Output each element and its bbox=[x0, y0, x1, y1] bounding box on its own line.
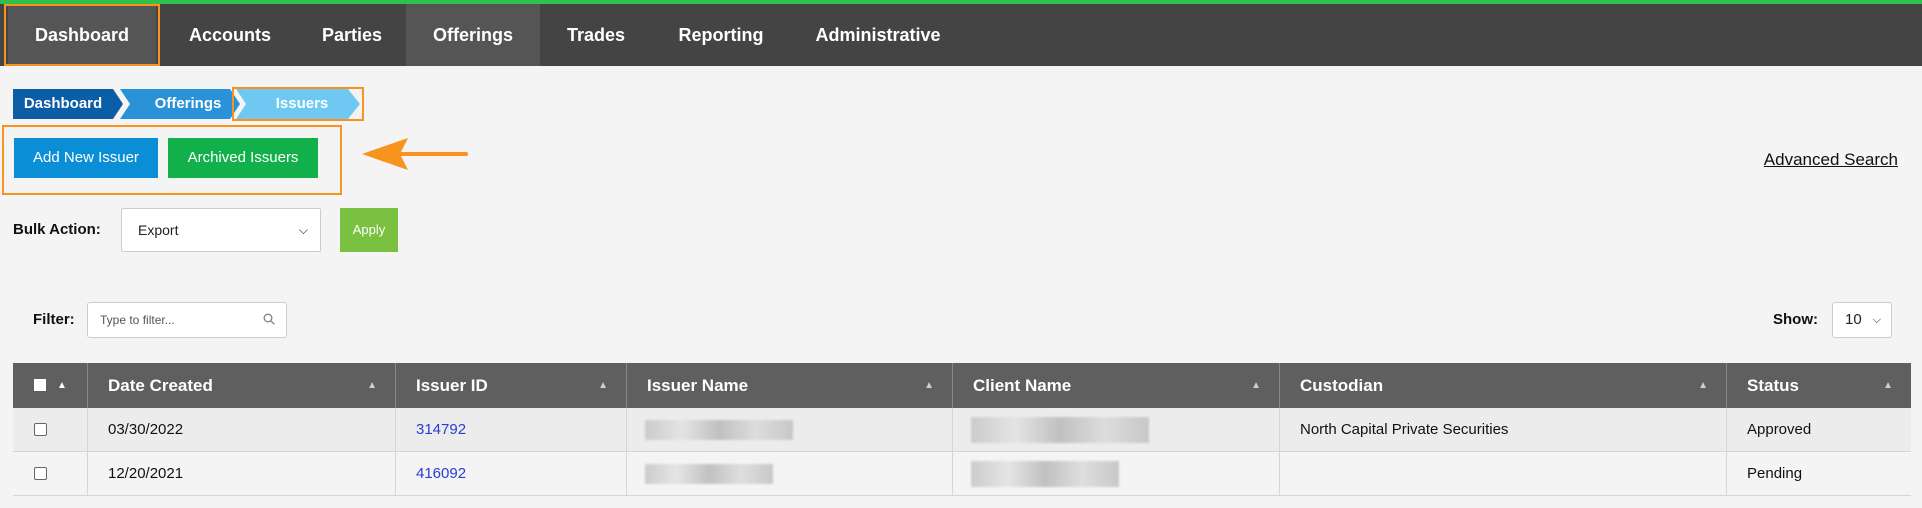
nav-reporting[interactable]: Reporting bbox=[664, 4, 778, 66]
show-count-select[interactable]: 10 ⌵ bbox=[1832, 302, 1892, 338]
issuer-name-cell bbox=[627, 452, 953, 496]
row-checkbox[interactable] bbox=[34, 423, 47, 436]
bulk-action-selected: Export bbox=[138, 222, 179, 238]
issuer-name-cell bbox=[627, 408, 953, 452]
select-all-checkbox[interactable] bbox=[34, 379, 46, 391]
select-cell bbox=[13, 408, 88, 452]
issuer-id-link[interactable]: 314792 bbox=[416, 421, 466, 438]
custodian-cell: North Capital Private Securities bbox=[1280, 408, 1727, 452]
date-created: 03/30/2022 bbox=[108, 421, 184, 438]
filter-input[interactable] bbox=[87, 302, 287, 338]
nav-parties[interactable]: Parties bbox=[300, 4, 404, 66]
chevron-down-icon: ⌵ bbox=[298, 223, 308, 237]
column-label: Date Created bbox=[108, 376, 213, 395]
column-custodian[interactable]: Custodian ▲ bbox=[1280, 363, 1727, 408]
sort-icon: ▲ bbox=[924, 380, 934, 391]
date-created: 12/20/2021 bbox=[108, 465, 184, 482]
redacted-issuer-name bbox=[645, 420, 793, 440]
client-name-cell bbox=[953, 452, 1280, 496]
column-label: Status bbox=[1747, 376, 1799, 395]
column-label: Client Name bbox=[973, 376, 1072, 395]
breadcrumb-label: Dashboard bbox=[23, 95, 103, 112]
redacted-client-name bbox=[971, 417, 1149, 443]
sort-icon: ▲ bbox=[367, 380, 377, 391]
add-new-issuer-button[interactable]: Add New Issuer bbox=[14, 138, 158, 178]
row-checkbox[interactable] bbox=[34, 467, 47, 480]
table-row: 03/30/2022 314792 North Capital Private … bbox=[13, 408, 1911, 452]
column-status[interactable]: Status ▲ bbox=[1727, 363, 1911, 408]
status-cell: Approved bbox=[1727, 408, 1911, 452]
apply-button[interactable]: Apply bbox=[340, 208, 398, 252]
status-value: Pending bbox=[1747, 465, 1803, 482]
breadcrumb-issuers[interactable]: Issuers bbox=[236, 89, 360, 119]
custodian-value: North Capital Private Securities bbox=[1300, 421, 1509, 438]
sort-icon: ▲ bbox=[1883, 380, 1893, 391]
chevron-down-icon: ⌵ bbox=[1872, 314, 1881, 326]
table-header: ▲ Date Created ▲ Issuer ID ▲ Issuer Name… bbox=[13, 363, 1911, 408]
search-icon bbox=[263, 313, 275, 325]
select-cell bbox=[13, 452, 88, 496]
table-row: 12/20/2021 416092 Pending bbox=[13, 452, 1911, 496]
client-name-cell bbox=[953, 408, 1280, 452]
column-date-created[interactable]: Date Created ▲ bbox=[88, 363, 396, 408]
filter-label: Filter: bbox=[33, 311, 75, 328]
column-issuer-id[interactable]: Issuer ID ▲ bbox=[396, 363, 627, 408]
date-cell: 12/20/2021 bbox=[88, 452, 396, 496]
breadcrumb-dashboard[interactable]: Dashboard bbox=[13, 89, 123, 119]
column-label: Issuer Name bbox=[647, 376, 749, 395]
caret-up-icon[interactable]: ▲ bbox=[57, 363, 67, 408]
archived-issuers-button[interactable]: Archived Issuers bbox=[168, 138, 318, 178]
breadcrumb-offerings[interactable]: Offerings bbox=[120, 89, 240, 119]
show-label: Show: bbox=[1773, 311, 1818, 328]
redacted-issuer-name bbox=[645, 464, 773, 484]
custodian-cell bbox=[1280, 452, 1727, 496]
sort-icon: ▲ bbox=[598, 380, 608, 391]
issuer-id-cell: 314792 bbox=[396, 408, 627, 452]
orange-arrow-icon bbox=[362, 138, 468, 170]
column-client-name[interactable]: Client Name ▲ bbox=[953, 363, 1280, 408]
show-count-value: 10 bbox=[1845, 311, 1862, 328]
select-all-column: ▲ bbox=[13, 363, 88, 408]
bulk-action-label: Bulk Action: bbox=[13, 221, 101, 238]
breadcrumb-label: Issuers bbox=[275, 95, 329, 112]
sort-icon: ▲ bbox=[1698, 380, 1708, 391]
nav-administrative[interactable]: Administrative bbox=[808, 4, 948, 66]
column-label: Custodian bbox=[1300, 376, 1384, 395]
nav-trades[interactable]: Trades bbox=[550, 4, 642, 66]
status-cell: Pending bbox=[1727, 452, 1911, 496]
sort-icon: ▲ bbox=[1251, 380, 1261, 391]
issuer-id-cell: 416092 bbox=[396, 452, 627, 496]
nav-accounts[interactable]: Accounts bbox=[170, 4, 290, 66]
redacted-client-name bbox=[971, 461, 1119, 487]
column-label: Issuer ID bbox=[416, 376, 488, 395]
issuer-id-link[interactable]: 416092 bbox=[416, 465, 466, 482]
column-issuer-name[interactable]: Issuer Name ▲ bbox=[627, 363, 953, 408]
top-nav-bar: Dashboard Accounts Parties Offerings Tra… bbox=[0, 0, 1922, 66]
date-cell: 03/30/2022 bbox=[88, 408, 396, 452]
nav-dashboard[interactable]: Dashboard bbox=[8, 4, 156, 66]
nav-offerings[interactable]: Offerings bbox=[406, 4, 540, 66]
advanced-search-link[interactable]: Advanced Search bbox=[1764, 150, 1898, 170]
bulk-action-select[interactable]: Export ⌵ bbox=[121, 208, 321, 252]
status-value: Approved bbox=[1747, 421, 1812, 438]
